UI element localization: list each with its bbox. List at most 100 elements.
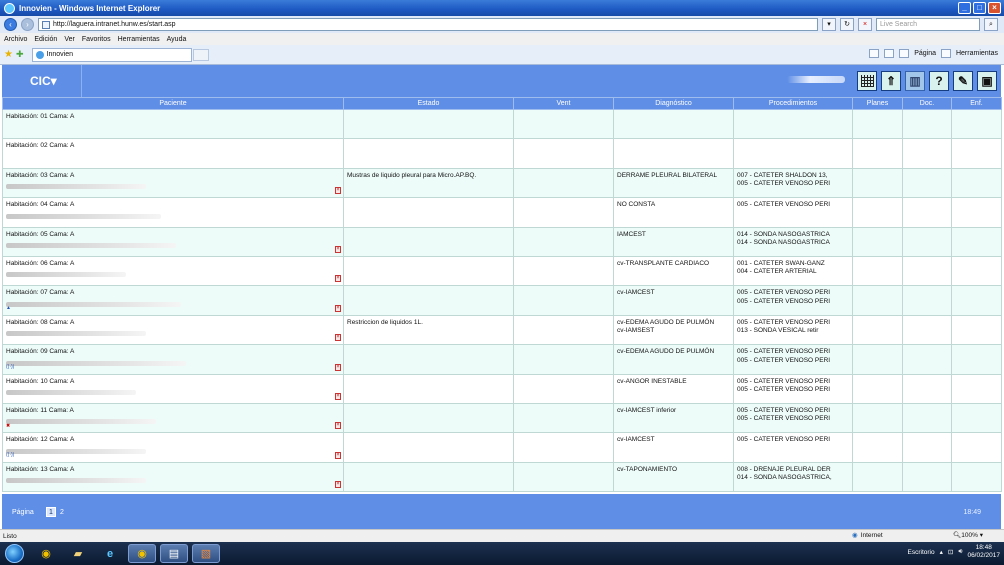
cell-paciente[interactable]: Habitación: 13 Cama: A × <box>2 461 344 493</box>
help-button[interactable]: ? <box>929 71 949 91</box>
menu-edicion[interactable]: Edición <box>34 36 57 43</box>
delete-icon[interactable]: × <box>335 334 341 342</box>
cell-paciente[interactable]: Habitación: 01 Cama: A <box>2 108 344 140</box>
col-doc[interactable]: Doc. <box>902 97 952 110</box>
start-button[interactable] <box>5 544 24 563</box>
chrome-taskbar-icon[interactable]: ◉ <box>32 544 60 563</box>
cell-procedimientos[interactable]: 005 - CATETER VENOSO PERI <box>733 432 853 463</box>
cell-doc[interactable] <box>902 197 952 228</box>
delete-icon[interactable]: × <box>335 187 341 195</box>
cell-estado[interactable] <box>343 461 514 493</box>
cell-planes[interactable] <box>852 226 903 257</box>
favorites-star-icon[interactable]: ★ <box>4 49 13 60</box>
delete-icon[interactable]: × <box>335 275 341 283</box>
cell-estado[interactable] <box>343 432 514 463</box>
ie-taskbar-icon[interactable]: e <box>96 544 124 563</box>
cell-planes[interactable] <box>852 402 903 434</box>
forward-button[interactable]: › <box>21 18 34 31</box>
cell-procedimientos[interactable] <box>733 138 853 169</box>
cell-estado[interactable] <box>343 285 514 316</box>
cell-estado[interactable]: Mustras de liquido pleural para Micro.AP… <box>343 167 514 199</box>
volume-icon[interactable]: 🔊︎ <box>958 548 962 556</box>
new-tab-button[interactable] <box>192 48 209 61</box>
table-row[interactable]: Habitación: 13 Cama: A × cv-TAPONAMIENTO 00… <box>2 461 1002 493</box>
cell-enf[interactable] <box>951 197 1002 228</box>
cell-estado[interactable]: Restriccion de liquidos 1L. <box>343 314 514 346</box>
upload-button[interactable]: ⇑ <box>881 71 901 91</box>
table-row[interactable]: Habitación: 06 Cama: A × cv-TRANSPLANTE CA… <box>2 255 1002 287</box>
cell-procedimientos[interactable]: 014 - SONDA NASOGASTRICA 014 - SONDA NAS… <box>733 226 853 257</box>
cell-estado[interactable] <box>343 138 514 169</box>
cell-enf[interactable] <box>951 108 1002 140</box>
cell-estado[interactable] <box>343 255 514 287</box>
cell-vent[interactable] <box>513 138 614 169</box>
columns-button[interactable]: ▥ <box>905 71 925 91</box>
delete-icon[interactable]: × <box>335 422 341 430</box>
table-row[interactable]: Habitación: 11 Cama: A × ✖ cv-IAMCEST infer… <box>2 402 1002 434</box>
cell-vent[interactable] <box>513 461 614 493</box>
cell-diagnostico[interactable]: DERRAME PLEURAL BILATERAL <box>613 167 734 199</box>
cell-estado[interactable] <box>343 108 514 140</box>
cell-procedimientos[interactable]: 005 - CATETER VENOSO PERI <box>733 197 853 228</box>
tray-clock[interactable]: 18:48 06/02/2017 <box>967 544 1000 560</box>
search-button[interactable]: ⌕ <box>984 18 998 31</box>
cell-planes[interactable] <box>852 461 903 493</box>
cell-vent[interactable] <box>513 402 614 434</box>
chrome-active-taskbar-icon[interactable]: ◉ <box>128 544 156 563</box>
cell-estado[interactable] <box>343 226 514 257</box>
delete-icon[interactable]: × <box>335 245 341 253</box>
cell-planes[interactable] <box>852 314 903 346</box>
cell-doc[interactable] <box>902 167 952 199</box>
col-procedimientos[interactable]: Procedimientos <box>733 97 853 110</box>
col-diagnostico[interactable]: Diagnóstico <box>613 97 734 110</box>
cell-paciente[interactable]: Habitación: 07 Cama: A × ▲ <box>2 285 344 316</box>
col-vent[interactable]: Vent <box>513 97 614 110</box>
cell-procedimientos[interactable] <box>733 108 853 140</box>
cell-paciente[interactable]: Habitación: 12 Cama: A × ((·)) <box>2 432 344 463</box>
tray-expand-icon[interactable]: ▴ <box>940 548 943 556</box>
cell-estado[interactable] <box>343 197 514 228</box>
zoom-level[interactable]: 🔍︎100% ▾ <box>953 531 983 539</box>
menu-herramientas[interactable]: Herramientas <box>118 36 160 43</box>
cell-diagnostico[interactable]: cv-ANGOR INESTABLE <box>613 373 734 404</box>
back-button[interactable]: ‹ <box>4 18 17 31</box>
cell-doc[interactable] <box>902 432 952 463</box>
delete-icon[interactable]: × <box>335 481 341 489</box>
desktop-toolbar[interactable]: Escritorio <box>908 549 935 556</box>
cell-enf[interactable] <box>951 461 1002 493</box>
table-row[interactable]: Habitación: 05 Cama: A × IAMCEST 014 - SOND… <box>2 226 1002 257</box>
cell-planes[interactable] <box>852 344 903 375</box>
app-logo-menu[interactable]: CIC▾ <box>2 65 82 97</box>
table-row[interactable]: Habitación: 01 Cama: A <box>2 108 1002 140</box>
menu-archivo[interactable]: Archivo <box>4 36 27 43</box>
maximize-button[interactable]: □ <box>973 2 986 14</box>
cell-diagnostico[interactable]: NO CONSTA <box>613 197 734 228</box>
page-menu[interactable]: Página <box>914 50 936 57</box>
minimize-button[interactable]: _ <box>958 2 971 14</box>
cell-procedimientos[interactable]: 005 - CATETER VENOSO PERI 005 - CATETER … <box>733 402 853 434</box>
table-row[interactable]: Habitación: 10 Cama: A × cv-ANGOR INESTABL… <box>2 373 1002 404</box>
browser-tab[interactable]: Innovien <box>31 47 192 62</box>
cell-doc[interactable] <box>902 226 952 257</box>
menu-ver[interactable]: Ver <box>64 36 75 43</box>
cell-doc[interactable] <box>902 314 952 346</box>
cell-vent[interactable] <box>513 432 614 463</box>
lock-button[interactable]: ▣ <box>977 71 997 91</box>
cell-enf[interactable] <box>951 167 1002 199</box>
cell-doc[interactable] <box>902 255 952 287</box>
cell-diagnostico[interactable]: cv-EDEMA AGUDO DE PULMÓN cv-IAMSEST <box>613 314 734 346</box>
cell-doc[interactable] <box>902 461 952 493</box>
cell-enf[interactable] <box>951 255 1002 287</box>
stop-button[interactable]: × <box>858 18 872 31</box>
menu-favoritos[interactable]: Favoritos <box>82 36 111 43</box>
cell-vent[interactable] <box>513 255 614 287</box>
cell-vent[interactable] <box>513 314 614 346</box>
url-dropdown-button[interactable]: ▾ <box>822 18 836 31</box>
cell-enf[interactable] <box>951 402 1002 434</box>
table-row[interactable]: Habitación: 09 Cama: A × ((·)) cv-EDEMA AGU… <box>2 344 1002 375</box>
cell-estado[interactable] <box>343 344 514 375</box>
cell-planes[interactable] <box>852 138 903 169</box>
search-input[interactable]: Live Search <box>876 18 980 31</box>
cell-diagnostico[interactable]: cv-IAMCEST <box>613 432 734 463</box>
cell-diagnostico[interactable]: cv-TRANSPLANTE CARDIACO <box>613 255 734 287</box>
